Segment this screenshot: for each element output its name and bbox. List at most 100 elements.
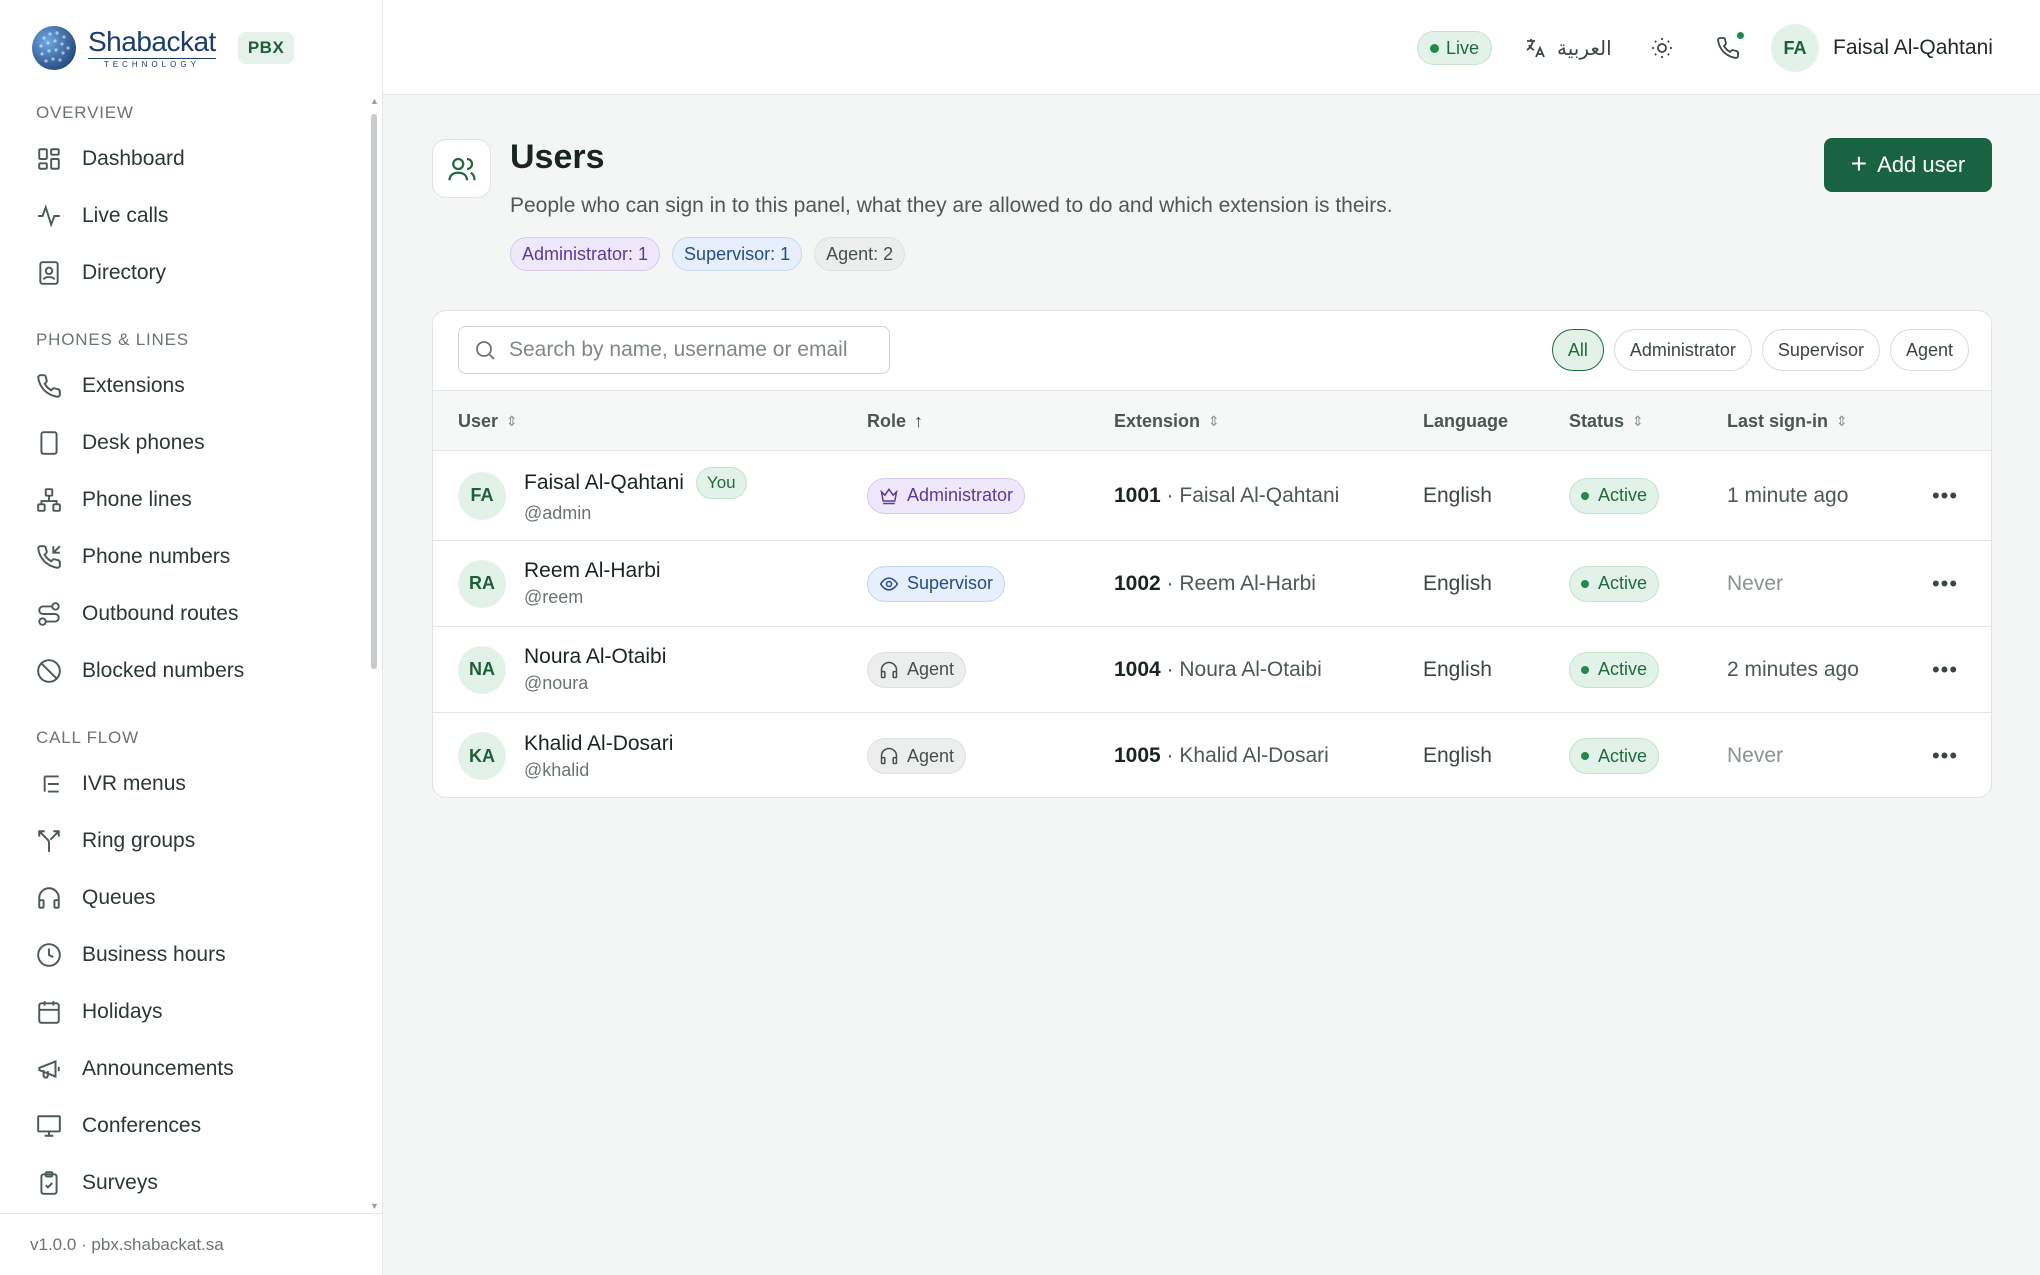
extension-number: 1002	[1114, 571, 1161, 595]
sidebar-item-label: Announcements	[82, 1056, 234, 1080]
role-counts: Administrator: 1 Supervisor: 1 Agent: 2	[510, 237, 906, 271]
headset-icon	[880, 747, 898, 765]
more-options-icon[interactable]: •••	[1925, 564, 1965, 604]
count-badge-agent: Agent: 2	[814, 237, 906, 271]
role-cell: Administrator	[867, 451, 1026, 540]
live-status-badge: Live	[1417, 31, 1493, 65]
column-header-last-signin[interactable]: Last sign-in ⇕	[1727, 391, 1848, 451]
extension-number: 1005	[1114, 744, 1161, 767]
extension-name: · Khalid Al-Dosari	[1160, 744, 1329, 767]
brand-logo[interactable]: Shabackat TECHNOLOGY PBX	[30, 20, 295, 76]
sidebar-item-ivr-menus[interactable]: IVR menus	[0, 755, 383, 812]
table-toolbar: All Administrator Supervisor Agent	[433, 311, 1991, 391]
table-row[interactable]: FA Faisal Al-Qahtani You @admin Administ…	[433, 451, 1991, 541]
row-actions: •••	[1925, 713, 1965, 797]
sidebar-item-dashboard[interactable]: Dashboard	[0, 130, 383, 187]
more-options-icon[interactable]: •••	[1925, 650, 1965, 690]
sort-icon: ⇕	[1208, 412, 1220, 429]
sidebar-item-announcements[interactable]: Announcements	[0, 1040, 383, 1097]
sidebar-item-holidays[interactable]: Holidays	[0, 983, 383, 1040]
eye-icon	[879, 576, 899, 591]
language-cell: English	[1423, 744, 1492, 767]
language-cell: English	[1423, 571, 1492, 595]
extension-name: · Reem Al-Harbi	[1160, 571, 1316, 595]
megaphone-icon	[36, 1056, 62, 1082]
table-row[interactable]: RA Reem Al-Harbi @reem Supervisor 1002 ·…	[433, 541, 1991, 627]
search-input[interactable]	[509, 338, 849, 362]
extension-cell: 1005 · Khalid Al-Dosari	[1114, 713, 1329, 797]
sidebar-item-surveys[interactable]: Surveys	[0, 1154, 383, 1211]
sort-icon: ⇕	[506, 412, 518, 429]
column-header-user[interactable]: User ⇕	[458, 391, 518, 451]
sidebar-scrollbar[interactable]: ▲ ▼	[370, 96, 379, 1211]
extension-cell: 1004 · Noura Al-Otaibi	[1114, 627, 1322, 712]
softphone-button[interactable]	[1708, 28, 1748, 68]
language-switch-button[interactable]: العربية	[1523, 28, 1612, 68]
search-box[interactable]	[458, 326, 890, 374]
filter-all[interactable]: All	[1551, 329, 1604, 371]
sidebar-item-phone-lines[interactable]: Phone lines	[0, 471, 383, 528]
table-row[interactable]: NA Noura Al-Otaibi @noura Agent 1004 · N…	[433, 627, 1991, 713]
sidebar-item-extensions[interactable]: Extensions	[0, 357, 383, 414]
sidebar-item-outbound-routes[interactable]: Outbound routes	[0, 585, 383, 642]
sidebar-item-phone-numbers[interactable]: Phone numbers	[0, 528, 383, 585]
last-signin-cell: Never	[1727, 744, 1784, 767]
table-row[interactable]: KA Khalid Al-Dosari @khalid Agent 1005 ·…	[433, 713, 1991, 797]
role-badge: Agent	[867, 738, 967, 774]
sidebar-item-live-calls[interactable]: Live calls	[0, 187, 383, 244]
scroll-thumb[interactable]	[371, 114, 377, 669]
sidebar-item-label: Conferences	[82, 1113, 202, 1137]
sidebar-item-directory[interactable]: Directory	[0, 244, 383, 301]
column-label: Last sign-in	[1727, 410, 1829, 431]
sidebar-item-queues[interactable]: Queues	[0, 869, 383, 926]
sidebar-item-ring-groups[interactable]: Ring groups	[0, 812, 383, 869]
split-icon	[36, 828, 62, 854]
user-handle: @reem	[524, 587, 584, 607]
sidebar-item-label: Holidays	[82, 999, 163, 1023]
user-cell: NA Noura Al-Otaibi @noura	[458, 627, 666, 712]
filter-administrator[interactable]: Administrator	[1613, 329, 1752, 371]
status-label: Active	[1598, 659, 1648, 679]
status-badge: Active	[1569, 477, 1660, 514]
extension-name: · Noura Al-Otaibi	[1160, 657, 1322, 681]
presentation-icon	[36, 1113, 62, 1139]
theme-toggle-button[interactable]	[1642, 28, 1682, 68]
user-cell: RA Reem Al-Harbi @reem	[458, 541, 661, 626]
more-options-icon[interactable]: •••	[1925, 736, 1965, 776]
scroll-up-arrow-icon[interactable]: ▲	[370, 96, 379, 106]
column-header-extension[interactable]: Extension ⇕	[1114, 391, 1220, 451]
column-label: Language	[1423, 410, 1509, 431]
extension-name: · Faisal Al-Qahtani	[1160, 483, 1340, 507]
user-menu[interactable]: FA Faisal Al-Qahtani	[1771, 23, 1993, 73]
nav-section-title: OVERVIEW	[36, 103, 134, 122]
language-label: العربية	[1557, 37, 1612, 60]
role-label: Administrator	[907, 485, 1014, 505]
sidebar-item-business-hours[interactable]: Business hours	[0, 926, 383, 983]
filter-supervisor[interactable]: Supervisor	[1761, 329, 1880, 371]
plus-icon: +	[1850, 147, 1868, 179]
phone-incoming-icon	[36, 544, 62, 570]
sidebar-item-desk-phones[interactable]: Desk phones	[0, 414, 383, 471]
column-header-language: Language	[1423, 391, 1508, 451]
sidebar-item-label: Live calls	[82, 203, 169, 227]
filter-agent[interactable]: Agent	[1889, 329, 1969, 371]
user-handle: @admin	[524, 503, 592, 523]
sidebar-item-blocked-numbers[interactable]: Blocked numbers	[0, 642, 383, 699]
sidebar-item-conferences[interactable]: Conferences	[0, 1097, 383, 1154]
sun-icon	[1652, 38, 1672, 58]
language-cell: English	[1423, 657, 1492, 681]
sidebar: Shabackat TECHNOLOGY PBX OVERVIEW Dashbo…	[0, 0, 383, 1275]
avatar: FA	[458, 471, 506, 520]
search-icon	[476, 341, 495, 360]
add-user-button[interactable]: + Add user	[1824, 138, 1992, 192]
column-header-status[interactable]: Status ⇕	[1569, 391, 1644, 451]
extension-cell: 1001 · Faisal Al-Qahtani	[1114, 451, 1339, 540]
scroll-down-arrow-icon[interactable]: ▼	[370, 1201, 379, 1211]
more-options-icon[interactable]: •••	[1925, 476, 1965, 516]
column-header-role[interactable]: Role ↑	[867, 391, 923, 451]
sidebar-item-label: Business hours	[82, 942, 226, 966]
avatar: NA	[458, 645, 506, 694]
status-cell: Active	[1569, 627, 1660, 712]
status-cell: Active	[1569, 713, 1660, 797]
topbar: Live العربية FA Faisal Al-Qahtani	[383, 0, 2040, 95]
